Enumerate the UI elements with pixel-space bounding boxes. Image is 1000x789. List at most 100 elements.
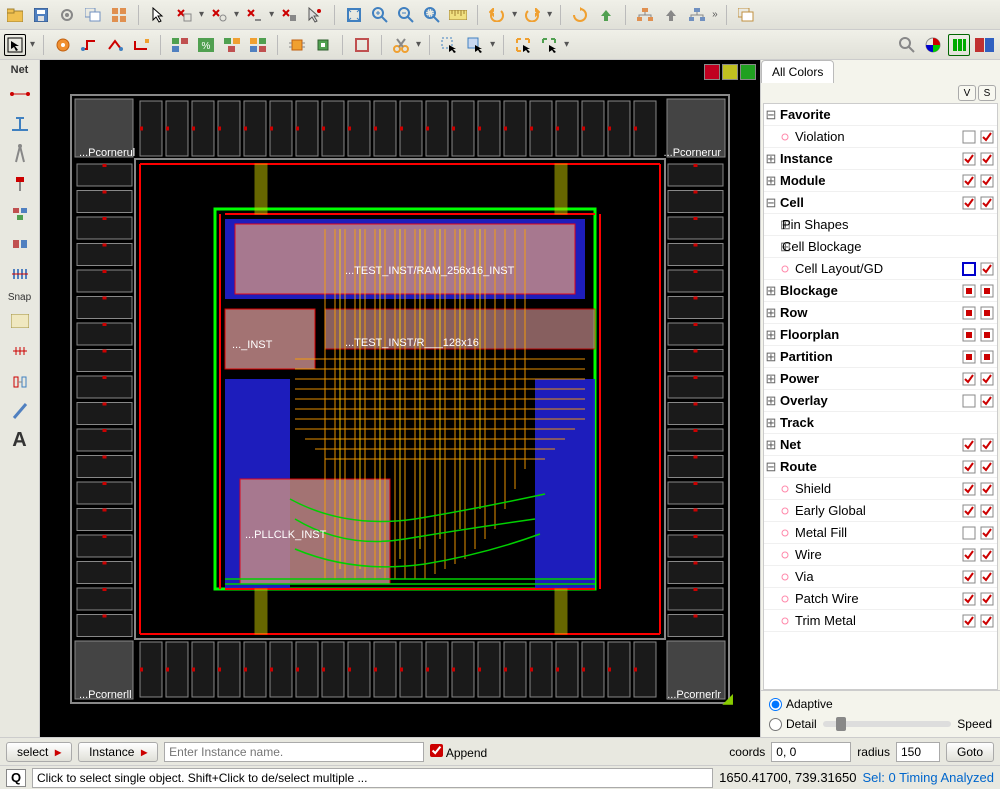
select-checkbox[interactable] bbox=[979, 129, 995, 145]
expand-icon[interactable]: ⊟ bbox=[764, 195, 778, 211]
expand-icon[interactable]: ⊞ bbox=[764, 349, 778, 365]
redo-icon[interactable] bbox=[521, 4, 543, 26]
expand-icon[interactable]: ⊞ bbox=[764, 371, 778, 387]
select-checkbox[interactable] bbox=[979, 437, 995, 453]
layer-tree[interactable]: ⊟FavoriteViolation⊞Instance⊞Module⊟Cell⊞… bbox=[763, 103, 998, 690]
visibility-checkbox[interactable] bbox=[961, 173, 977, 189]
tool-icon[interactable] bbox=[6, 339, 34, 363]
save-icon[interactable] bbox=[30, 4, 52, 26]
tool-icon[interactable] bbox=[6, 262, 34, 286]
tree-row[interactable]: Early Global bbox=[764, 500, 997, 522]
clear-4-icon[interactable] bbox=[278, 4, 300, 26]
visibility-checkbox[interactable] bbox=[961, 129, 977, 145]
visibility-checkbox[interactable] bbox=[961, 591, 977, 607]
expand-icon[interactable]: ⊞ bbox=[764, 305, 778, 321]
visibility-checkbox[interactable] bbox=[961, 239, 977, 255]
dropdown-icon[interactable]: ▾ bbox=[512, 9, 517, 20]
expand-icon[interactable]: ⊞ bbox=[764, 151, 778, 167]
dropdown-icon[interactable]: ▾ bbox=[234, 9, 239, 20]
visibility-checkbox[interactable] bbox=[961, 371, 977, 387]
tree-row[interactable]: ⊞Floorplan bbox=[764, 324, 997, 346]
hierarchy-icon[interactable] bbox=[634, 4, 656, 26]
clear-3-icon[interactable] bbox=[243, 4, 265, 26]
sel1-icon[interactable] bbox=[438, 34, 460, 56]
expand-icon[interactable]: ⊞ bbox=[764, 437, 778, 453]
select-checkbox[interactable] bbox=[979, 415, 995, 431]
visibility-checkbox[interactable] bbox=[961, 503, 977, 519]
folder-icon[interactable] bbox=[4, 4, 26, 26]
tool-icon[interactable] bbox=[6, 232, 34, 256]
select-checkbox[interactable] bbox=[979, 327, 995, 343]
fit2-icon[interactable] bbox=[351, 34, 373, 56]
q-button[interactable]: Q bbox=[6, 769, 26, 787]
visibility-checkbox[interactable] bbox=[961, 481, 977, 497]
visibility-checkbox[interactable] bbox=[961, 283, 977, 299]
sel3-icon[interactable] bbox=[512, 34, 534, 56]
up-icon[interactable] bbox=[595, 4, 617, 26]
adaptive-radio[interactable]: Adaptive bbox=[769, 697, 992, 711]
select-checkbox[interactable] bbox=[979, 591, 995, 607]
visibility-checkbox[interactable] bbox=[961, 327, 977, 343]
tree-row[interactable]: ⊞Track bbox=[764, 412, 997, 434]
tree-row[interactable]: ⊞Overlay bbox=[764, 390, 997, 412]
select-checkbox[interactable] bbox=[979, 569, 995, 585]
route1-icon[interactable] bbox=[78, 34, 100, 56]
cut-icon[interactable] bbox=[390, 34, 412, 56]
tree-row[interactable]: Shield bbox=[764, 478, 997, 500]
chip2-icon[interactable] bbox=[312, 34, 334, 56]
coords-input[interactable] bbox=[771, 742, 851, 762]
tree-row[interactable]: ⊞Pin Shapes bbox=[764, 214, 997, 236]
gear-icon[interactable] bbox=[56, 4, 78, 26]
canvas-ctrl-icon[interactable] bbox=[704, 64, 720, 80]
gear-orange-icon[interactable] bbox=[52, 34, 74, 56]
visibility-checkbox[interactable] bbox=[961, 613, 977, 629]
tree-row[interactable]: ⊞Net bbox=[764, 434, 997, 456]
append-checkbox[interactable]: Append bbox=[430, 744, 487, 760]
tool-icon[interactable] bbox=[6, 309, 34, 333]
tree-row[interactable]: Trim Metal bbox=[764, 610, 997, 632]
visibility-checkbox[interactable] bbox=[961, 217, 977, 233]
dropdown-icon[interactable]: ▾ bbox=[490, 39, 495, 50]
select-checkbox[interactable] bbox=[979, 151, 995, 167]
hierarchy2-icon[interactable] bbox=[686, 4, 708, 26]
layers-icon[interactable] bbox=[948, 34, 970, 56]
visibility-checkbox[interactable] bbox=[961, 195, 977, 211]
select-checkbox[interactable] bbox=[979, 503, 995, 519]
search-icon[interactable] bbox=[896, 34, 918, 56]
visibility-checkbox[interactable] bbox=[961, 437, 977, 453]
hint-field[interactable] bbox=[32, 768, 713, 788]
visibility-checkbox[interactable] bbox=[961, 107, 977, 123]
tree-row[interactable]: Patch Wire bbox=[764, 588, 997, 610]
layout-canvas[interactable]: ...Pcornerul ...Pcornerur ...Pcornerll .… bbox=[40, 60, 760, 737]
tree-row[interactable]: ⊞Instance bbox=[764, 148, 997, 170]
ruler-icon[interactable] bbox=[447, 4, 469, 26]
tree-row[interactable]: Wire bbox=[764, 544, 997, 566]
tree-row[interactable]: ⊞Blockage bbox=[764, 280, 997, 302]
net-tool-icon[interactable] bbox=[6, 82, 34, 106]
route3-icon[interactable] bbox=[130, 34, 152, 56]
expand-icon[interactable]: ⊞ bbox=[764, 217, 780, 233]
select-checkbox[interactable] bbox=[979, 239, 995, 255]
clear-2-icon[interactable] bbox=[208, 4, 230, 26]
tree-row[interactable]: Via bbox=[764, 566, 997, 588]
sel2-icon[interactable] bbox=[464, 34, 486, 56]
windows-icon[interactable] bbox=[82, 4, 104, 26]
v-button[interactable]: V bbox=[958, 85, 976, 101]
select-box-icon[interactable] bbox=[4, 34, 26, 56]
canvas-ctrl-icon[interactable] bbox=[740, 64, 756, 80]
canvas-ctrl-icon[interactable] bbox=[722, 64, 738, 80]
color-icon[interactable] bbox=[922, 34, 944, 56]
expand-icon[interactable]: ⊞ bbox=[764, 283, 778, 299]
stack-icon[interactable] bbox=[735, 4, 757, 26]
select-checkbox[interactable] bbox=[979, 107, 995, 123]
undo-icon[interactable] bbox=[486, 4, 508, 26]
a-label[interactable]: A bbox=[12, 429, 26, 452]
select-checkbox[interactable] bbox=[979, 393, 995, 409]
select-checkbox[interactable] bbox=[979, 305, 995, 321]
tree-row[interactable]: Cell Layout/GD bbox=[764, 258, 997, 280]
visibility-checkbox[interactable] bbox=[961, 547, 977, 563]
dropdown-icon[interactable]: ▾ bbox=[564, 39, 569, 50]
group3-icon[interactable] bbox=[221, 34, 243, 56]
instance-button[interactable]: Instance ▸ bbox=[78, 742, 158, 762]
expand-icon[interactable]: ⊞ bbox=[764, 415, 778, 431]
